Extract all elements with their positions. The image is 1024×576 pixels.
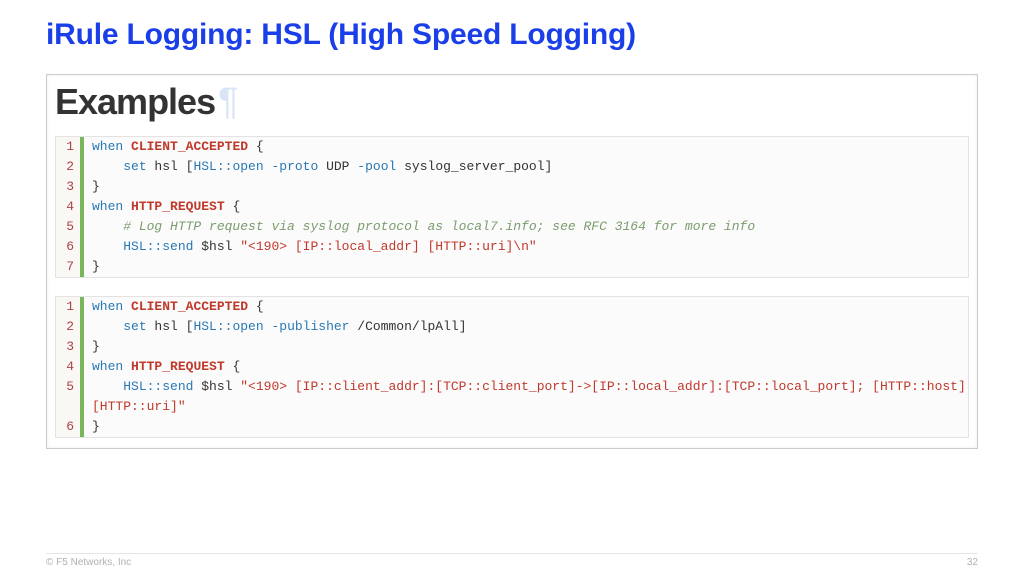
- page-number: 32: [967, 557, 978, 568]
- line-number: 6: [56, 237, 84, 257]
- token-kw: -pool: [357, 159, 396, 174]
- line-number: 6: [56, 417, 84, 437]
- token-cmt: # Log HTTP request via syslog protocol a…: [123, 219, 755, 234]
- code-example-1: 1when CLIENT_ACCEPTED {2 set hsl [HSL::o…: [55, 136, 969, 278]
- token-plain: $hsl: [193, 239, 240, 254]
- code-line: 4when HTTP_REQUEST {: [56, 357, 968, 377]
- line-content: set hsl [HSL::open -proto UDP -pool sysl…: [84, 157, 968, 177]
- token-plain: {: [225, 359, 241, 374]
- code-line: 1when CLIENT_ACCEPTED {: [56, 137, 968, 157]
- line-content: }: [84, 177, 968, 197]
- code-example-2: 1when CLIENT_ACCEPTED {2 set hsl [HSL::o…: [55, 296, 969, 438]
- token-plain: }: [92, 339, 100, 354]
- token-kw: -proto: [271, 159, 318, 174]
- token-plain: }: [92, 419, 100, 434]
- line-number: 4: [56, 357, 84, 377]
- token-plain: {: [225, 199, 241, 214]
- token-plain: {: [248, 139, 264, 154]
- line-content: }: [84, 417, 968, 437]
- token-plain: [123, 199, 131, 214]
- token-ev: HTTP_REQUEST: [131, 359, 225, 374]
- line-number: 3: [56, 337, 84, 357]
- code-line: 3}: [56, 337, 968, 357]
- token-plain: [123, 359, 131, 374]
- token-plain: [92, 319, 123, 334]
- code-line: 5 # Log HTTP request via syslog protocol…: [56, 217, 968, 237]
- line-number: 1: [56, 297, 84, 317]
- token-fn: HSL::send: [123, 379, 193, 394]
- code-line: 1when CLIENT_ACCEPTED {: [56, 297, 968, 317]
- line-content: when HTTP_REQUEST {: [84, 197, 968, 217]
- content-panel: Examples ¶ 1when CLIENT_ACCEPTED {2 set …: [46, 74, 978, 449]
- line-content: HSL::send $hsl "<190> [IP::client_addr]:…: [84, 377, 968, 417]
- pilcrow-icon: ¶: [218, 81, 237, 124]
- token-plain: hsl [: [147, 319, 194, 334]
- code-line: 7}: [56, 257, 968, 277]
- token-fn: HSL::send: [123, 239, 193, 254]
- token-fn: HSL::open: [193, 159, 263, 174]
- token-plain: hsl [: [147, 159, 194, 174]
- line-content: # Log HTTP request via syslog protocol a…: [84, 217, 968, 237]
- token-ev: CLIENT_ACCEPTED: [131, 299, 248, 314]
- line-number: 2: [56, 317, 84, 337]
- line-number: 3: [56, 177, 84, 197]
- code-line: 6 HSL::send $hsl "<190> [IP::local_addr]…: [56, 237, 968, 257]
- slide: iRule Logging: HSL (High Speed Logging) …: [0, 0, 1024, 576]
- line-number: 1: [56, 137, 84, 157]
- token-str: "<190> [IP::local_addr] [HTTP::uri]\n": [240, 239, 536, 254]
- footer: © F5 Networks, Inc 32: [46, 553, 978, 568]
- token-ev: HTTP_REQUEST: [131, 199, 225, 214]
- line-number: 2: [56, 157, 84, 177]
- token-kw: set: [123, 319, 146, 334]
- code-line: 2 set hsl [HSL::open -publisher /Common/…: [56, 317, 968, 337]
- token-plain: [123, 139, 131, 154]
- token-kw: when: [92, 359, 123, 374]
- token-fn: HSL::open: [193, 319, 263, 334]
- token-plain: $hsl: [193, 379, 240, 394]
- line-content: when CLIENT_ACCEPTED {: [84, 297, 968, 317]
- code-line: 3}: [56, 177, 968, 197]
- line-number: 5: [56, 217, 84, 237]
- token-kw: set: [123, 159, 146, 174]
- token-ev: CLIENT_ACCEPTED: [131, 139, 248, 154]
- examples-heading-text: Examples: [55, 81, 215, 123]
- token-kw: -publisher: [271, 319, 349, 334]
- line-content: }: [84, 257, 968, 277]
- line-content: when HTTP_REQUEST {: [84, 357, 968, 377]
- line-number: 5: [56, 377, 84, 417]
- token-plain: [92, 239, 123, 254]
- token-plain: syslog_server_pool]: [396, 159, 552, 174]
- token-plain: /Common/lpAll]: [349, 319, 466, 334]
- token-kw: when: [92, 299, 123, 314]
- line-content: HSL::send $hsl "<190> [IP::local_addr] […: [84, 237, 968, 257]
- line-number: 7: [56, 257, 84, 277]
- token-plain: [92, 159, 123, 174]
- line-content: }: [84, 337, 968, 357]
- code-line: 6}: [56, 417, 968, 437]
- token-plain: [92, 219, 123, 234]
- code-line: 5 HSL::send $hsl "<190> [IP::client_addr…: [56, 377, 968, 417]
- token-kw: when: [92, 139, 123, 154]
- token-plain: }: [92, 259, 100, 274]
- line-content: set hsl [HSL::open -publisher /Common/lp…: [84, 317, 968, 337]
- slide-title: iRule Logging: HSL (High Speed Logging): [46, 18, 978, 52]
- token-plain: [92, 379, 123, 394]
- token-plain: [123, 299, 131, 314]
- line-number: 4: [56, 197, 84, 217]
- token-plain: }: [92, 179, 100, 194]
- examples-heading: Examples ¶: [47, 75, 977, 130]
- code-line: 2 set hsl [HSL::open -proto UDP -pool sy…: [56, 157, 968, 177]
- copyright-text: © F5 Networks, Inc: [46, 557, 131, 568]
- token-plain: {: [248, 299, 264, 314]
- code-line: 4when HTTP_REQUEST {: [56, 197, 968, 217]
- line-content: when CLIENT_ACCEPTED {: [84, 137, 968, 157]
- token-kw: when: [92, 199, 123, 214]
- token-plain: UDP: [318, 159, 357, 174]
